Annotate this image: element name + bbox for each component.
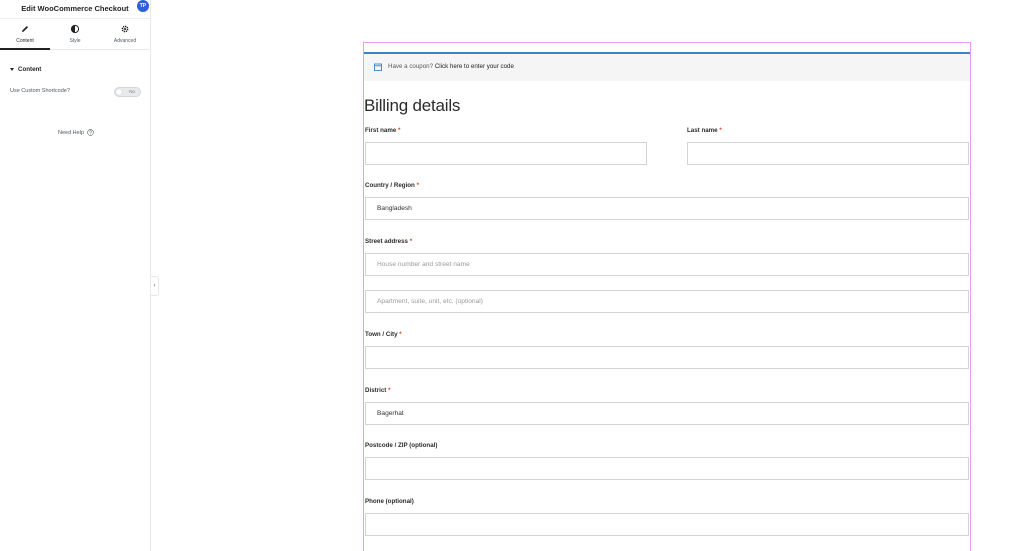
required-marker: * [398, 127, 401, 134]
last-name-label-text: Last name [687, 127, 718, 134]
phone-label: Phone (optional) [365, 498, 414, 505]
district-select[interactable]: Bagerhat [365, 402, 969, 425]
coupon-notice: Have a coupon? Click here to enter your … [364, 52, 970, 81]
calendar-icon [374, 63, 382, 71]
street-address-2-field[interactable]: Apartment, suite, unit, etc. (optional) [365, 290, 969, 313]
country-label: Country / Region * [365, 182, 419, 189]
coupon-text: Have a coupon? Click here to enter your … [388, 63, 514, 70]
panel-tabs: Content Style Advanced [0, 19, 150, 50]
street-address-field[interactable]: House number and street name [365, 253, 969, 276]
editor-panel: Edit WooCommerce Checkout TP Content Sty… [0, 0, 151, 551]
tab-advanced-label: Advanced [113, 38, 137, 44]
coupon-link[interactable]: Click here to enter your code [435, 63, 514, 70]
shortcode-switch[interactable]: No [114, 87, 141, 97]
gear-icon [121, 25, 129, 33]
last-name-field[interactable] [687, 142, 969, 165]
panel-header: Edit WooCommerce Checkout TP [0, 0, 150, 19]
chevron-left-icon: ‹ [153, 283, 156, 289]
tab-style-label: Style [69, 38, 81, 44]
switch-knob [116, 89, 122, 95]
country-label-text: Country / Region [365, 182, 415, 189]
required-marker: * [399, 331, 402, 338]
first-name-label: First name * [365, 127, 400, 134]
required-marker: * [416, 182, 419, 189]
shortcode-setting: Use Custom Shortcode? No [10, 87, 141, 97]
half-circle-icon [70, 24, 80, 34]
section-title: Content [18, 66, 42, 73]
postcode-label: Postcode / ZIP (optional) [365, 442, 438, 449]
first-name-field[interactable] [365, 142, 647, 165]
need-help-link[interactable]: Need Help [58, 129, 94, 136]
district-label-text: District [365, 387, 387, 394]
need-help-label: Need Help [58, 129, 84, 136]
required-marker: * [388, 387, 391, 394]
tab-style[interactable]: Style [50, 19, 100, 49]
city-label-text: Town / City [365, 331, 398, 338]
last-name-label: Last name * [687, 127, 722, 134]
switch-label: No [129, 89, 135, 95]
collapse-panel-button[interactable]: ‹ [151, 276, 159, 296]
postcode-field[interactable] [365, 457, 969, 480]
required-marker: * [409, 238, 413, 245]
tab-content[interactable]: Content [0, 19, 50, 50]
pencil-icon [22, 26, 28, 32]
street-address-label: Street address * [365, 238, 412, 245]
shortcode-label: Use Custom Shortcode? [10, 88, 70, 94]
tab-content-label: Content [16, 38, 34, 44]
country-select[interactable]: Bangladesh [365, 197, 969, 220]
billing-details-heading: Billing details [364, 96, 461, 115]
city-field[interactable] [365, 346, 969, 369]
coupon-prefix: Have a coupon? [388, 63, 434, 70]
plugin-badge-icon[interactable]: TP [137, 0, 149, 12]
help-circle-icon [87, 129, 94, 136]
required-marker: * [719, 127, 722, 134]
caret-down-icon [10, 68, 14, 71]
first-name-label-text: First name [365, 127, 397, 134]
content-section-toggle[interactable]: Content [10, 66, 41, 73]
city-label: Town / City * [365, 331, 402, 338]
phone-field[interactable] [365, 513, 969, 536]
street-label-text: Street address [365, 238, 408, 245]
panel-title: Edit WooCommerce Checkout [21, 4, 129, 13]
tab-advanced[interactable]: Advanced [100, 19, 150, 49]
district-label: District * [365, 387, 390, 394]
